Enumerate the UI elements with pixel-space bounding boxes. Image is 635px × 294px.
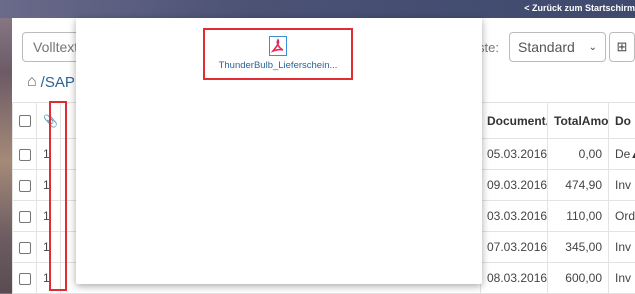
do-cell: De (615, 147, 630, 161)
select-all-checkbox[interactable] (19, 115, 31, 127)
attachment-popup: ThunderBulb_Lieferschein... (76, 18, 482, 284)
do-header[interactable]: Do (609, 103, 635, 139)
attachment-count[interactable]: 1 (37, 170, 61, 201)
row-checkbox[interactable] (19, 211, 31, 223)
do-cell: Inv (609, 232, 635, 263)
total-amount-cell: 110,00 (548, 201, 609, 232)
document-date-cell: 08.03.2016 (481, 263, 548, 294)
row-checkbox[interactable] (19, 242, 31, 254)
pdf-file-icon (269, 36, 287, 56)
home-icon[interactable]: ⌂ (27, 73, 37, 91)
total-amount-cell: 0,00 (548, 139, 609, 170)
attachment-count[interactable]: 1 (37, 139, 61, 170)
breadcrumb-path[interactable]: /SAP (41, 74, 75, 91)
attachment-header[interactable]: 📎 (37, 103, 61, 139)
total-amount-cell: 474,90 (548, 170, 609, 201)
top-bar: < Zurück zum Startschirm (0, 0, 635, 18)
total-amount-cell: 345,00 (548, 232, 609, 263)
attachment-count[interactable]: 1 (37, 232, 61, 263)
attachment-count[interactable]: 1 (37, 201, 61, 232)
document-date-cell: 03.03.2016 (481, 201, 548, 232)
paperclip-icon: 📎 (43, 114, 58, 128)
total-amount-header[interactable]: TotalAmo... (548, 103, 609, 139)
total-amount-cell: 600,00 (548, 263, 609, 294)
list-select[interactable]: Standard ⌄ (509, 32, 606, 62)
grid-view-button[interactable]: ⊞ (609, 32, 635, 62)
scroll-up-icon[interactable]: ▲ (630, 150, 635, 160)
attachment-file[interactable]: ThunderBulb_Lieferschein... (203, 28, 353, 80)
document-date-header[interactable]: Document... (481, 103, 548, 139)
do-cell: Ord (609, 201, 635, 232)
document-date-cell: 09.03.2016 (481, 170, 548, 201)
attachment-count[interactable]: 1 (37, 263, 61, 294)
list-select-value: Standard (518, 39, 575, 55)
document-date-cell: 07.03.2016 (481, 232, 548, 263)
chevron-down-icon: ⌄ (589, 42, 597, 53)
row-checkbox[interactable] (19, 273, 31, 285)
document-date-cell: 05.03.2016 (481, 139, 548, 170)
select-all-cell[interactable] (13, 103, 37, 139)
row-checkbox[interactable] (19, 149, 31, 161)
back-to-start-link[interactable]: < Zurück zum Startschirm (524, 3, 635, 13)
grid-icon: ⊞ (617, 39, 628, 55)
row-checkbox[interactable] (19, 180, 31, 192)
do-cell: Inv (609, 170, 635, 201)
breadcrumb: ⌂ /SAP (27, 73, 75, 91)
do-cell: Inv (609, 263, 635, 294)
attachment-file-name[interactable]: ThunderBulb_Lieferschein... (205, 60, 351, 71)
